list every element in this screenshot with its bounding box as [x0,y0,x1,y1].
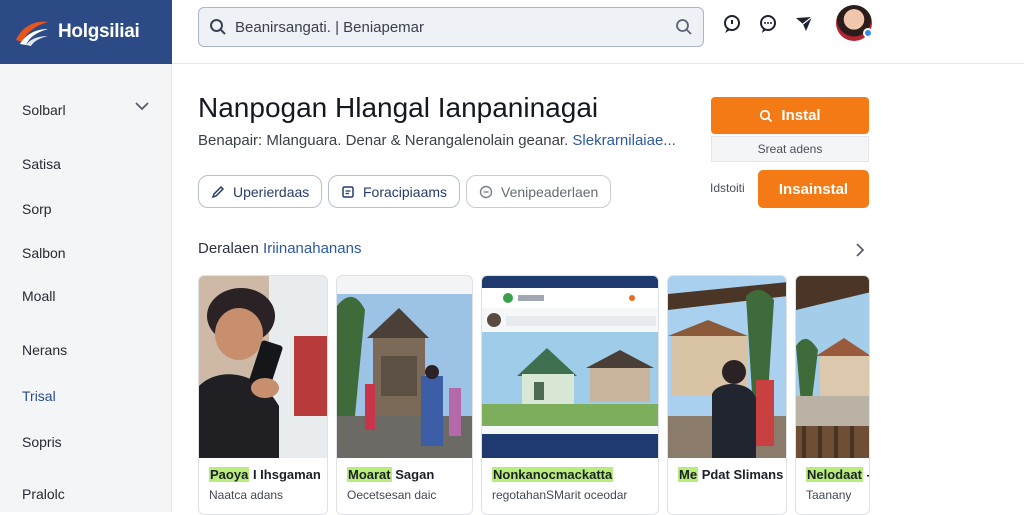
install-button[interactable]: Instal [711,97,869,134]
brand-logo-icon [16,21,48,46]
section-title: Deralaen Iriinanahanans [198,240,361,257]
sidebar-item-3[interactable]: Salbon [22,245,66,261]
screenshot-card-1[interactable]: Moarat Sagan Oecetsesan daic [336,275,473,515]
screenshot-caption-4: Nelodaat - [806,467,869,482]
screenshot-image-2 [482,276,658,458]
sidebar-item-0[interactable]: Solbarl [22,102,66,118]
sidebar: Solbarl Satisa Sorp Salbon Moall Nerans … [0,64,172,512]
circle-minus-icon [479,185,493,198]
screenshot-carousel: Paoya I Ihsgaman Naatca adans Moarat Sag… [198,275,870,515]
screenshot-caption-0: Paoya I Ihsgaman [209,467,321,482]
install-sub-label: Sreat adens [711,136,869,162]
search-icon [210,19,226,35]
chevron-down-icon[interactable] [134,100,150,112]
screenshot-caption-2: Nonkanocmackatta [492,467,614,482]
send-flag-icon[interactable] [794,12,814,36]
screenshot-image-4 [796,276,869,458]
sidebar-item-5[interactable]: Nerans [22,342,67,358]
search-input[interactable]: Beanirsangati. | Beniapemar [198,7,704,47]
screenshot-caption-1: Moarat Sagan [347,467,435,482]
screenshot-card-4[interactable]: Nelodaat - Taanany [795,275,870,515]
pencil-icon [211,185,225,198]
screenshot-image-3 [668,276,786,458]
screenshot-image-1 [337,276,472,458]
search-submit-icon[interactable] [675,18,693,36]
install-label: Instal [781,107,821,124]
screenshot-card-2[interactable]: Nonkanocmackatta regotahanSMarit oceodar [481,275,659,515]
section-title-b[interactable]: Iriinanahanans [263,240,361,257]
pill-label-0: Uperierdaas [233,183,310,200]
chat-bubble-icon[interactable] [722,12,742,36]
pill-button-2[interactable]: Venipeaderlaen [466,175,612,208]
chevron-right-icon[interactable] [854,242,866,258]
secondary-install-button[interactable]: Insainstal [758,170,869,208]
screenshot-sub-1: Oecetsesan daic [347,488,437,502]
document-icon [342,185,354,198]
brand-block[interactable]: Holgsiliai [0,0,172,64]
sidebar-item-1[interactable]: Satisa [22,156,61,172]
sidebar-item-6[interactable]: Trisal [22,388,56,404]
screenshot-sub-4: Taanany [806,488,852,502]
user-avatar[interactable] [836,5,873,41]
pill-button-0[interactable]: Uperierdaas [198,175,323,208]
screenshot-card-0[interactable]: Paoya I Ihsgaman Naatca adans [198,275,328,515]
pill-button-1[interactable]: Foracipiaams [328,175,461,208]
online-status-dot [863,28,873,38]
install-status: Idstoiti [710,181,745,195]
sidebar-item-7[interactable]: Sopris [22,434,62,450]
sidebar-item-2[interactable]: Sorp [22,201,52,217]
section-title-a: Deralaen [198,240,259,257]
brand-name: Holgsiliai [58,21,140,42]
app-meta-text: Benapair: Mlanguara. Denar & Nerangaleno… [198,132,569,149]
message-icon[interactable] [758,12,778,36]
pill-label-1: Foracipiaams [363,183,448,200]
app-meta-link[interactable]: Slekrarnilaiae... [572,132,675,149]
search-value: Beanirsangati. | Beniapemar [235,18,425,36]
screenshot-sub-0: Naatca adans [209,488,284,502]
screenshot-sub-2: regotahanSMarit oceodar [492,488,628,502]
pill-label-2: Venipeaderlaen [501,183,599,200]
app-meta: Benapair: Mlanguara. Denar & Nerangaleno… [198,132,676,149]
sidebar-item-4[interactable]: Moall [22,288,55,304]
top-bar: Beanirsangati. | Beniapemar [172,0,1024,64]
screenshot-card-3[interactable]: Me Pdat Slimans [667,275,787,515]
main-content: Nanpogan Hlangal Ianpaninagai Benapair: … [172,64,1024,515]
app-title: Nanpogan Hlangal Ianpaninagai [198,92,599,123]
screenshot-image-0 [199,276,327,458]
search-icon [760,109,773,122]
sidebar-item-8[interactable]: Pralolc [22,486,65,502]
screenshot-caption-3: Me Pdat Slimans [678,467,784,482]
